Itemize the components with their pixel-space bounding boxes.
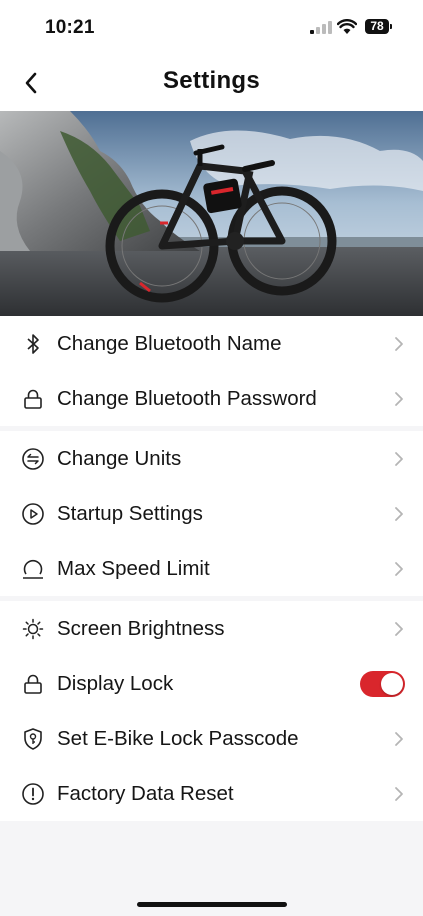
bluetooth-icon	[21, 332, 45, 356]
chevron-right-icon	[395, 561, 403, 576]
battery-icon: 78	[365, 19, 389, 34]
row-label: Set E-Bike Lock Passcode	[57, 726, 299, 750]
row-change-units[interactable]: Change Units	[0, 431, 423, 486]
status-time: 10:21	[45, 17, 95, 38]
chevron-right-icon	[395, 731, 403, 746]
row-change-bluetooth-name[interactable]: Change Bluetooth Name	[0, 316, 423, 371]
battery-tip	[390, 24, 392, 29]
nav-bar: Settings	[0, 56, 423, 112]
toggle-knob	[381, 672, 403, 695]
hero-image	[0, 111, 423, 316]
chevron-right-icon	[395, 621, 403, 636]
chevron-right-icon	[395, 506, 403, 521]
cellular-signal-icon	[310, 20, 332, 34]
row-factory-data-reset[interactable]: Factory Data Reset	[0, 766, 423, 821]
lock-icon	[21, 672, 45, 696]
lock-icon	[21, 387, 45, 411]
row-change-bluetooth-password[interactable]: Change Bluetooth Password	[0, 371, 423, 426]
alert-circle-icon	[21, 782, 45, 806]
home-indicator	[137, 902, 287, 907]
status-bar: 10:21 78	[0, 0, 423, 56]
settings-group-bluetooth: Change Bluetooth Name Change Bluetooth P…	[0, 316, 423, 426]
play-circle-icon	[21, 502, 45, 526]
settings-group-ride: Change Units Startup Settings Max Speed …	[0, 431, 423, 596]
speed-limit-icon	[21, 557, 45, 581]
row-label: Change Bluetooth Password	[57, 386, 317, 410]
ebike-illustration	[0, 111, 423, 316]
page-title: Settings	[162, 67, 261, 94]
swap-arrows-icon	[21, 447, 45, 471]
row-label: Display Lock	[57, 671, 174, 695]
row-screen-brightness[interactable]: Screen Brightness	[0, 601, 423, 656]
sun-icon	[21, 617, 45, 641]
row-max-speed-limit[interactable]: Max Speed Limit	[0, 541, 423, 596]
row-label: Screen Brightness	[57, 616, 225, 640]
row-label: Factory Data Reset	[57, 781, 234, 805]
row-startup-settings[interactable]: Startup Settings	[0, 486, 423, 541]
row-set-ebike-lock-passcode[interactable]: Set E-Bike Lock Passcode	[0, 711, 423, 766]
row-label: Change Units	[57, 446, 182, 470]
chevron-right-icon	[395, 451, 403, 466]
row-label: Max Speed Limit	[57, 556, 210, 580]
display-lock-toggle[interactable]	[360, 670, 405, 697]
chevron-right-icon	[395, 336, 403, 351]
shield-key-icon	[21, 727, 45, 751]
row-label: Startup Settings	[57, 501, 203, 525]
settings-group-display: Screen Brightness Display Lock Set E-Bik…	[0, 601, 423, 821]
wifi-icon	[337, 19, 357, 34]
row-display-lock: Display Lock	[0, 656, 423, 711]
chevron-right-icon	[395, 786, 403, 801]
chevron-right-icon	[395, 391, 403, 406]
row-label: Change Bluetooth Name	[57, 331, 282, 355]
